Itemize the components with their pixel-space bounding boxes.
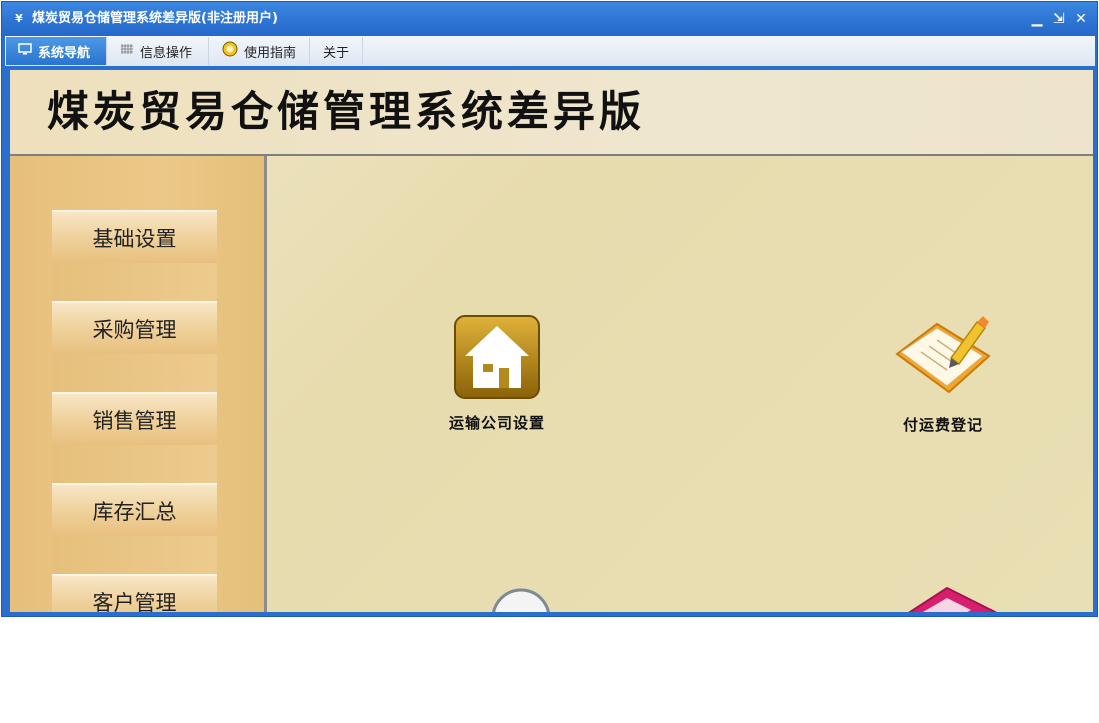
house-icon <box>453 314 541 404</box>
tab-label: 系统导航 <box>38 45 91 61</box>
tab-label: 关于 <box>323 45 350 61</box>
grid-icon <box>120 43 134 59</box>
title-bar: ¥ 煤炭贸易仓储管理系统差异版(非注册用户) ▁ ⇲ ✕ <box>2 2 1097 36</box>
tab-user-guide[interactable]: 使用指南 <box>210 37 310 65</box>
sidebar-spacer <box>52 536 217 574</box>
sidebar-spacer <box>52 354 217 392</box>
tab-label: 使用指南 <box>244 45 297 61</box>
monitor-icon <box>18 43 32 59</box>
close-icon[interactable]: ✕ <box>1073 10 1089 28</box>
window-title: 煤炭贸易仓储管理系统差异版(非注册用户) <box>32 11 278 26</box>
sidebar-item-basic-settings[interactable]: 基础设置 <box>52 210 217 263</box>
tab-info-operation[interactable]: 信息操作 <box>108 37 209 65</box>
banner-title: 煤炭贸易仓储管理系统差异版 <box>47 87 646 136</box>
tile-partial-magnifier[interactable] <box>489 586 553 612</box>
sidebar: 基础设置 采购管理 销售管理 库存汇总 客户管理 <box>10 156 267 612</box>
sidebar-item-inventory[interactable]: 库存汇总 <box>52 483 217 536</box>
document-icon <box>897 584 1001 612</box>
minimize-icon[interactable]: ▁ <box>1029 10 1045 28</box>
app-window: ¥ 煤炭贸易仓储管理系统差异版(非注册用户) ▁ ⇲ ✕ 系统导航 信息操作 使… <box>1 1 1098 617</box>
notebook-pen-icon <box>891 312 995 406</box>
tab-about[interactable]: 关于 <box>311 37 363 65</box>
restore-icon[interactable]: ⇲ <box>1051 10 1067 28</box>
sidebar-spacer <box>52 445 217 483</box>
sidebar-item-purchase[interactable]: 采购管理 <box>52 301 217 354</box>
app-logo-icon: ¥ <box>15 12 23 25</box>
tab-system-navigation[interactable]: 系统导航 <box>6 37 107 65</box>
tile-label: 付运费登记 <box>902 416 983 434</box>
tile-partial-document[interactable] <box>897 584 1001 612</box>
tile-transport-company[interactable]: 运输公司设置 <box>449 314 545 433</box>
window-controls: ▁ ⇲ ✕ <box>1029 10 1089 28</box>
tile-panel: 运输公司设置 付运费登记 <box>267 156 1093 612</box>
sidebar-item-sales[interactable]: 销售管理 <box>52 392 217 445</box>
magnifier-icon <box>489 586 553 612</box>
main-content: 煤炭贸易仓储管理系统差异版 基础设置 采购管理 销售管理 库存汇总 客户管理 运… <box>10 70 1093 612</box>
tile-label: 运输公司设置 <box>449 414 546 432</box>
menu-bar: 系统导航 信息操作 使用指南 关于 <box>5 36 1095 69</box>
banner: 煤炭贸易仓储管理系统差异版 <box>10 70 1093 156</box>
sidebar-spacer <box>52 263 217 301</box>
tab-label: 信息操作 <box>140 45 193 61</box>
tile-freight-payment[interactable]: 付运费登记 <box>891 312 995 435</box>
sidebar-item-customers[interactable]: 客户管理 <box>52 574 217 612</box>
help-circle-icon <box>222 41 238 61</box>
